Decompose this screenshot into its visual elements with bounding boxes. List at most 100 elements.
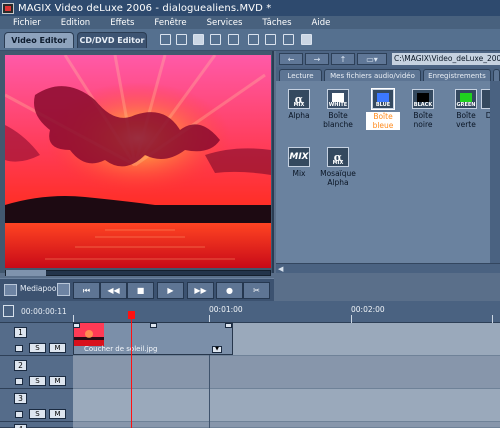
back-arrow-icon[interactable]: ← <box>279 53 303 65</box>
print-icon[interactable] <box>228 34 239 45</box>
open-folder-icon[interactable] <box>176 34 187 45</box>
transport-bar: Mediapool ⏮ ◀◀ ■ ▶ ▶▶ ● ✂ <box>0 278 274 301</box>
timeline-header: 00:00:00:11 00:01:00 00:02:00 <box>0 301 500 323</box>
track-header-1: 1 S M <box>0 323 73 356</box>
rewind-button[interactable]: ◀◀ <box>100 282 127 299</box>
track-header-3: 3 S M <box>0 389 73 422</box>
menu-services[interactable]: Services <box>194 18 250 28</box>
effect-boite-bleue[interactable]: BLUE Boîte bleue <box>365 88 401 131</box>
clip-name: Coucher de soleil.jpg <box>84 345 158 353</box>
effect-mix[interactable]: MIX Mix <box>281 147 317 178</box>
view-mode-dropdown[interactable]: ▭▾ <box>357 53 387 65</box>
fast-forward-button[interactable]: ▶▶ <box>187 282 214 299</box>
effect-boite-noire[interactable]: BLACK Boîte noire <box>405 89 441 129</box>
toolbar: Video Editor CD/DVD Editor <box>0 29 500 51</box>
save-icon[interactable] <box>193 34 204 45</box>
track-number[interactable]: 4 <box>14 424 27 428</box>
solo-button[interactable]: S <box>29 343 46 353</box>
track-number[interactable]: 1 <box>14 327 27 338</box>
solo-button[interactable]: S <box>29 409 46 419</box>
timeline-toggle-icon[interactable] <box>3 305 14 317</box>
pool-horizontal-scrollbar[interactable]: ◀ <box>276 263 500 273</box>
scroll-left-arrow-icon[interactable]: ◀ <box>278 265 283 273</box>
mute-button[interactable]: M <box>49 343 66 353</box>
lock-icon[interactable] <box>15 378 23 385</box>
lane-4[interactable] <box>73 422 500 428</box>
green-box-icon: GREEN <box>455 89 477 109</box>
tab-mes-fichiers[interactable]: Mes fichiers audio/vidéo <box>324 69 421 81</box>
menu-taches[interactable]: Tâches <box>249 18 298 28</box>
black-box-icon: BLACK <box>412 89 434 109</box>
cut-button[interactable]: ✂ <box>243 282 270 299</box>
magic-wand-icon[interactable] <box>265 34 276 45</box>
tab-overflow[interactable] <box>493 69 500 81</box>
ruler-tick <box>351 315 352 323</box>
tab-dvd-editor[interactable]: CD/DVD Editor <box>77 32 147 48</box>
export-icon[interactable] <box>210 34 221 45</box>
time-ruler[interactable]: 00:01:00 00:02:00 <box>73 301 500 323</box>
menu-edition[interactable]: Edition <box>48 18 97 28</box>
track-number[interactable]: 3 <box>14 393 27 404</box>
effect-boite-blanche[interactable]: WHITE Boîte blanche <box>320 89 356 129</box>
ruler-label-1min: 00:01:00 <box>209 305 243 314</box>
mute-button[interactable]: M <box>49 409 66 419</box>
menu-bar: Fichier Edition Effets Fenêtre Services … <box>0 16 500 29</box>
lock-icon[interactable] <box>15 411 23 418</box>
effect-boite-verte[interactable]: GREEN Boîte verte <box>448 89 484 129</box>
tab-enregistrements[interactable]: Enregistrements <box>423 69 491 81</box>
playhead-line[interactable] <box>131 311 132 428</box>
app-icon <box>2 2 14 14</box>
ruler-tick <box>492 315 493 323</box>
grid-icon[interactable] <box>301 34 312 45</box>
track-number[interactable]: 2 <box>14 360 27 371</box>
lock-icon[interactable] <box>15 345 23 352</box>
mediapool-icon[interactable] <box>4 284 17 296</box>
position-slider[interactable] <box>5 270 271 276</box>
effects-icon[interactable] <box>283 34 294 45</box>
ruler-label-2min: 00:02:00 <box>351 305 385 314</box>
pool-navigation: ← → ↑ ▭▾ C:\MAGIX\Video_deLuxe_2006 <box>276 51 500 67</box>
clip-fade-handle[interactable] <box>150 323 157 328</box>
solo-button[interactable]: S <box>29 376 46 386</box>
effect-mosaique-alpha[interactable]: α MIX Mosaïque Alpha <box>320 147 356 187</box>
cut-tool-icon[interactable] <box>248 34 259 45</box>
mosaic-alpha-icon: α MIX <box>327 147 349 167</box>
pool-vertical-scrollbar[interactable] <box>490 81 500 263</box>
menu-aide[interactable]: Aide <box>299 18 338 28</box>
link-icon[interactable] <box>57 283 70 296</box>
position-slider-thumb[interactable] <box>6 270 46 276</box>
mute-button[interactable]: M <box>49 376 66 386</box>
play-button[interactable]: ▶ <box>157 282 184 299</box>
up-folder-icon[interactable]: ↑ <box>331 53 355 65</box>
new-file-icon[interactable] <box>160 34 171 45</box>
path-field[interactable]: C:\MAGIX\Video_deLuxe_2006 <box>392 53 500 65</box>
tab-lecture[interactable]: Lecture <box>279 69 322 81</box>
clip-end-handle[interactable] <box>225 323 232 328</box>
tab-video-editor[interactable]: Video Editor <box>4 32 74 48</box>
window-title: MAGIX Video deLuxe 2006 - dialoguealiens… <box>18 2 272 14</box>
clip-start-handle[interactable] <box>73 323 80 328</box>
video-preview <box>5 55 271 268</box>
go-to-start-button[interactable]: ⏮ <box>73 282 100 299</box>
menu-fichier[interactable]: Fichier <box>0 18 48 28</box>
blue-box-icon: BLUE <box>371 88 395 110</box>
menu-fenetre[interactable]: Fenêtre <box>141 18 193 28</box>
title-bar: MAGIX Video deLuxe 2006 - dialoguealiens… <box>0 0 500 16</box>
record-button[interactable]: ● <box>216 282 243 299</box>
timecode-display: 00:00:00:11 <box>21 307 67 316</box>
lane-3[interactable] <box>73 389 500 422</box>
alpha-mix-icon: α MIX <box>288 89 310 109</box>
pool-tabs: Lecture Mes fichiers audio/vidéo Enregis… <box>276 67 500 81</box>
effect-alpha[interactable]: α MIX Alpha <box>281 89 317 120</box>
media-pool: ← → ↑ ▭▾ C:\MAGIX\Video_deLuxe_2006 Lect… <box>276 51 500 273</box>
track-headers: 1 S M 2 S M 3 S M 4 <box>0 323 73 428</box>
forward-arrow-icon[interactable]: → <box>305 53 329 65</box>
lane-2[interactable] <box>73 356 500 389</box>
menu-effets[interactable]: Effets <box>97 18 141 28</box>
white-box-icon: WHITE <box>327 89 349 109</box>
mediapool-label[interactable]: Mediapool <box>20 284 59 293</box>
sunset-image <box>5 55 271 268</box>
timeline-clip[interactable]: Coucher de soleil.jpg ▼ <box>73 322 233 355</box>
clip-menu-dropdown-icon[interactable]: ▼ <box>212 346 222 353</box>
stop-button[interactable]: ■ <box>127 282 154 299</box>
